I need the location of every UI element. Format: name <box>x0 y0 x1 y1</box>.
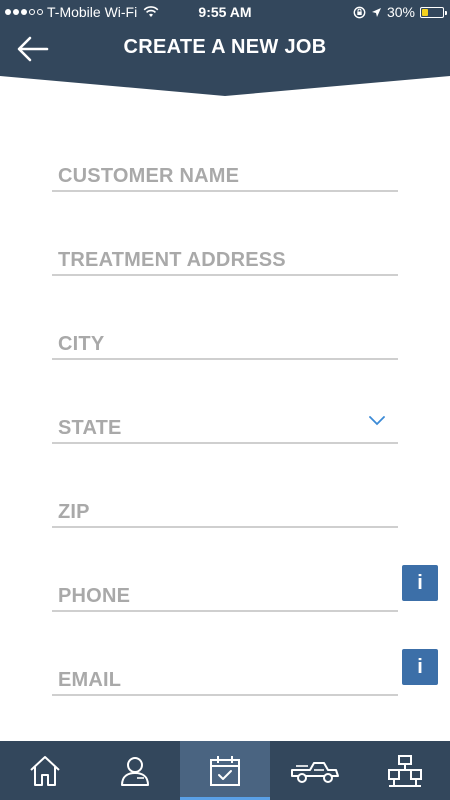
state-select[interactable]: STATE <box>52 404 398 444</box>
zip-placeholder: ZIP <box>58 501 90 523</box>
user-icon <box>121 756 149 786</box>
customer-name-field[interactable]: CUSTOMER NAME <box>52 152 398 192</box>
tab-customers[interactable] <box>90 741 180 800</box>
chevron-down-icon[interactable] <box>368 414 386 426</box>
battery-level <box>422 8 428 16</box>
tab-home[interactable] <box>0 741 90 800</box>
city-field[interactable]: CITY <box>52 320 398 360</box>
calendar-check-icon <box>210 755 240 786</box>
rotation-lock-icon <box>353 6 366 18</box>
treatment-address-placeholder: TREATMENT ADDRESS <box>58 249 286 271</box>
header: T-Mobile Wi-Fi 9:55 AM 30% CREATE A NEW … <box>0 0 450 96</box>
org-chart-icon <box>388 754 422 787</box>
tab-vehicles[interactable] <box>270 741 360 800</box>
home-icon <box>30 755 60 786</box>
state-placeholder: STATE <box>58 417 122 439</box>
tab-organization[interactable] <box>360 741 450 800</box>
email-field[interactable]: EMAIL <box>52 656 398 696</box>
phone-placeholder: PHONE <box>58 585 131 607</box>
location-icon <box>371 7 381 17</box>
battery-percent: 30% <box>386 4 415 20</box>
phone-field[interactable]: PHONE <box>52 572 398 612</box>
truck-icon <box>291 761 339 783</box>
page-title: CREATE A NEW JOB <box>123 36 327 58</box>
status-bar: T-Mobile Wi-Fi 9:55 AM 30% <box>0 0 450 24</box>
city-placeholder: CITY <box>58 333 105 355</box>
treatment-address-field[interactable]: TREATMENT ADDRESS <box>52 236 398 276</box>
phone-info-button[interactable]: i <box>402 565 438 601</box>
tab-schedule[interactable] <box>180 741 270 800</box>
email-placeholder: EMAIL <box>58 669 122 691</box>
tab-bar <box>0 741 450 800</box>
battery-icon <box>420 6 447 18</box>
email-info-button[interactable]: i <box>402 649 438 685</box>
customer-name-placeholder: CUSTOMER NAME <box>58 165 240 187</box>
zip-field[interactable]: ZIP <box>52 488 398 528</box>
